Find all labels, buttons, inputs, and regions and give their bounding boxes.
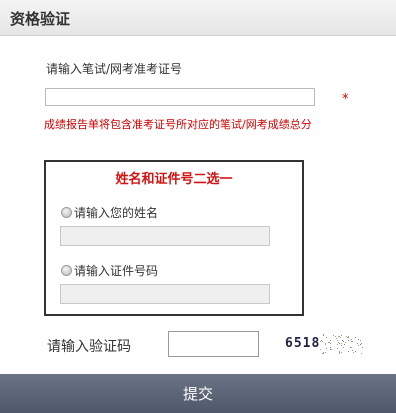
captcha-noise-dot (320, 341, 322, 343)
captcha-noise-dot (339, 336, 341, 338)
captcha-noise-dot (332, 334, 334, 336)
captcha-noise-dot (343, 347, 345, 349)
captcha-noise-dot (337, 343, 339, 345)
captcha-noise-dot (329, 341, 331, 343)
page-title: 资格验证 (10, 10, 71, 28)
id-number-input[interactable] (60, 284, 270, 304)
captcha-noise-dot (358, 344, 360, 346)
captcha-label: 请输入验证码 (47, 339, 131, 355)
captcha-noise-dot (338, 335, 340, 337)
captcha-noise-dot (348, 339, 350, 341)
captcha-noise-dot (352, 341, 354, 343)
ticket-hint: 成绩报告单将包含准考证号所对应的笔试/网考成绩总分 (44, 118, 312, 131)
captcha-noise-dot (336, 337, 338, 339)
captcha-noise-dot (348, 337, 350, 339)
radio-button-name[interactable] (61, 207, 72, 218)
captcha-noise-dot (351, 346, 353, 348)
captcha-noise-dot (360, 340, 362, 342)
id-radio-label: 请输入证件号码 (74, 264, 159, 278)
captcha-image[interactable]: 6518 (282, 331, 364, 357)
captcha-noise-dot (357, 339, 359, 341)
captcha-noise-dot (330, 342, 332, 344)
ticket-number-label: 请输入笔试/网考准考证号 (46, 62, 183, 76)
captcha-noise-dot (347, 351, 349, 353)
captcha-noise-dot (360, 344, 362, 346)
header-bar: 资格验证 (0, 0, 396, 36)
captcha-noise-dot (325, 337, 327, 339)
captcha-noise-dot (323, 335, 325, 337)
captcha-noise-dot (354, 350, 356, 352)
captcha-noise-dot (338, 341, 340, 343)
captcha-noise-dot (324, 343, 326, 345)
captcha-noise-dot (350, 346, 352, 348)
name-radio-option[interactable]: 请输入您的姓名 (61, 204, 158, 221)
captcha-noise-dot (360, 352, 362, 354)
submit-button[interactable]: 提交 (0, 374, 396, 413)
captcha-input[interactable] (168, 331, 259, 357)
name-or-id-choice-box: 姓名和证件号二选一 请输入您的姓名 请输入证件号码 (44, 160, 304, 316)
captcha-noise-dot (322, 341, 324, 343)
captcha-noise-dot (331, 349, 333, 351)
captcha-noise-dot (320, 349, 322, 351)
captcha-noise-dot (351, 340, 353, 342)
captcha-noise-dot (337, 339, 339, 341)
captcha-noise-dot (340, 352, 342, 354)
captcha-image-text: 6518 (285, 336, 321, 351)
captcha-noise-dot (345, 342, 347, 344)
captcha-noise-dot (351, 349, 353, 351)
captcha-noise-dot (335, 335, 337, 337)
id-radio-option[interactable]: 请输入证件号码 (61, 262, 158, 279)
name-radio-label: 请输入您的姓名 (74, 206, 159, 220)
choice-title: 姓名和证件号二选一 (115, 172, 233, 187)
captcha-noise-dot (342, 340, 344, 342)
captcha-noise-dot (340, 335, 342, 337)
captcha-noise-dot (326, 348, 328, 350)
radio-button-id[interactable] (61, 265, 72, 276)
captcha-noise-dot (325, 351, 327, 353)
captcha-noise-dot (346, 335, 348, 337)
captcha-noise-dot (361, 342, 363, 344)
captcha-noise-dot (329, 339, 331, 341)
captcha-noise-dot (338, 351, 340, 353)
captcha-noise-dot (361, 347, 363, 349)
captcha-noise-dot (340, 342, 342, 344)
captcha-noise-dot (343, 343, 345, 345)
captcha-noise-dot (353, 352, 355, 354)
name-input[interactable] (60, 226, 270, 246)
ticket-number-input[interactable] (45, 88, 315, 106)
captcha-noise-dot (340, 345, 342, 347)
captcha-noise-dot (338, 342, 340, 344)
captcha-noise-dot (339, 353, 341, 355)
captcha-noise-dot (354, 337, 356, 339)
required-mark: * (342, 92, 349, 107)
captcha-noise-dot (337, 347, 339, 349)
